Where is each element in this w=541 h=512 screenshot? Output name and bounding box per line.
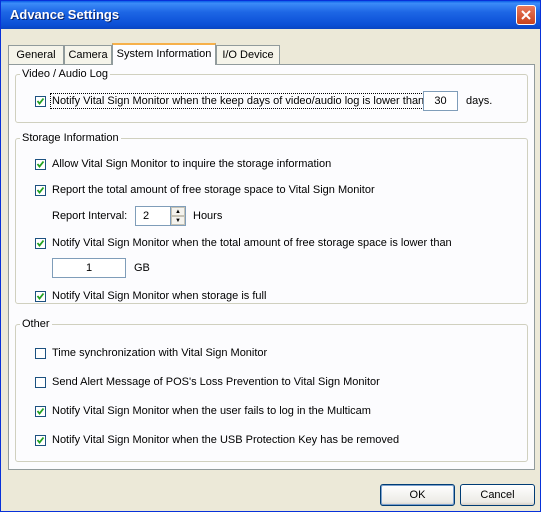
notify-keep-days-checkbox[interactable]: Notify Vital Sign Monitor when the keep … (35, 93, 427, 109)
hours-unit-label: Hours (193, 210, 223, 222)
title-bar[interactable]: Advance Settings (1, 1, 540, 29)
pos-alert-label: Send Alert Message of POS's Loss Prevent… (52, 376, 380, 388)
login-fail-checkbox[interactable]: Notify Vital Sign Monitor when the user … (35, 405, 371, 417)
report-interval-label: Report Interval: (52, 210, 128, 222)
days-unit-label: days. (466, 95, 493, 107)
notify-storage-full-checkbox[interactable]: Notify Vital Sign Monitor when storage i… (35, 290, 266, 302)
time-sync-checkbox[interactable]: Time synchronization with Vital Sign Mon… (35, 347, 267, 359)
report-free-space-checkbox[interactable]: Report the total amount of free storage … (35, 184, 375, 196)
spin-up-arrow-icon[interactable]: ▲ (171, 207, 185, 216)
checkbox-box[interactable] (35, 405, 46, 417)
ok-button[interactable]: OK (380, 484, 455, 506)
checkbox-box[interactable] (35, 434, 46, 446)
cancel-button[interactable]: Cancel (460, 484, 535, 506)
pos-alert-checkbox[interactable]: Send Alert Message of POS's Loss Prevent… (35, 376, 380, 388)
report-interval-input[interactable]: 2 (135, 206, 171, 226)
notify-free-low-checkbox[interactable]: Notify Vital Sign Monitor when the total… (35, 237, 452, 249)
checkmark-icon (36, 97, 45, 105)
keep-days-input[interactable]: 30 (423, 91, 458, 111)
video-audio-log-legend: Video / Audio Log (22, 68, 109, 80)
time-sync-label: Time synchronization with Vital Sign Mon… (52, 347, 268, 359)
checkbox-box[interactable] (35, 95, 46, 107)
checkbox-box[interactable] (35, 347, 46, 359)
checkmark-icon (36, 436, 45, 444)
allow-inquire-label: Allow Vital Sign Monitor to inquire the … (52, 158, 332, 170)
advance-settings-window: Advance Settings General Camera System I… (0, 0, 541, 512)
checkmark-icon (36, 292, 45, 300)
allow-inquire-checkbox[interactable]: Allow Vital Sign Monitor to inquire the … (35, 158, 331, 170)
notify-keep-days-label: Notify Vital Sign Monitor when the keep … (49, 93, 427, 109)
close-icon (521, 10, 531, 20)
close-button[interactable] (516, 5, 536, 25)
tab-camera[interactable]: Camera (64, 45, 112, 64)
checkmark-icon (36, 407, 45, 415)
checkbox-box[interactable] (35, 158, 46, 170)
checkbox-box[interactable] (35, 237, 46, 249)
checkbox-box[interactable] (35, 376, 46, 388)
report-free-space-label: Report the total amount of free storage … (52, 184, 375, 196)
usb-key-checkbox[interactable]: Notify Vital Sign Monitor when the USB P… (35, 434, 399, 446)
checkmark-icon (36, 186, 45, 194)
tab-io-device[interactable]: I/O Device (216, 45, 280, 64)
checkbox-box[interactable] (35, 290, 46, 302)
tab-panel: Video / Audio Log Notify Vital Sign Moni… (8, 64, 535, 470)
other-legend: Other (22, 318, 50, 330)
free-space-threshold-input[interactable]: 1 (52, 258, 126, 278)
checkmark-icon (36, 160, 45, 168)
gb-unit-label: GB (134, 262, 150, 274)
tab-system-information[interactable]: System Information (112, 43, 216, 65)
tab-general[interactable]: General (8, 45, 64, 64)
checkbox-box[interactable] (35, 184, 46, 196)
spin-down-arrow-icon[interactable]: ▼ (171, 216, 185, 225)
notify-storage-full-label: Notify Vital Sign Monitor when storage i… (52, 290, 267, 302)
checkmark-icon (36, 239, 45, 247)
usb-key-label: Notify Vital Sign Monitor when the USB P… (52, 434, 400, 446)
report-interval-spinner[interactable]: ▲ ▼ (170, 206, 186, 226)
storage-information-legend: Storage Information (22, 132, 119, 144)
notify-free-low-label: Notify Vital Sign Monitor when the total… (52, 237, 452, 249)
window-title: Advance Settings (10, 7, 120, 22)
login-fail-label: Notify Vital Sign Monitor when the user … (52, 405, 371, 417)
